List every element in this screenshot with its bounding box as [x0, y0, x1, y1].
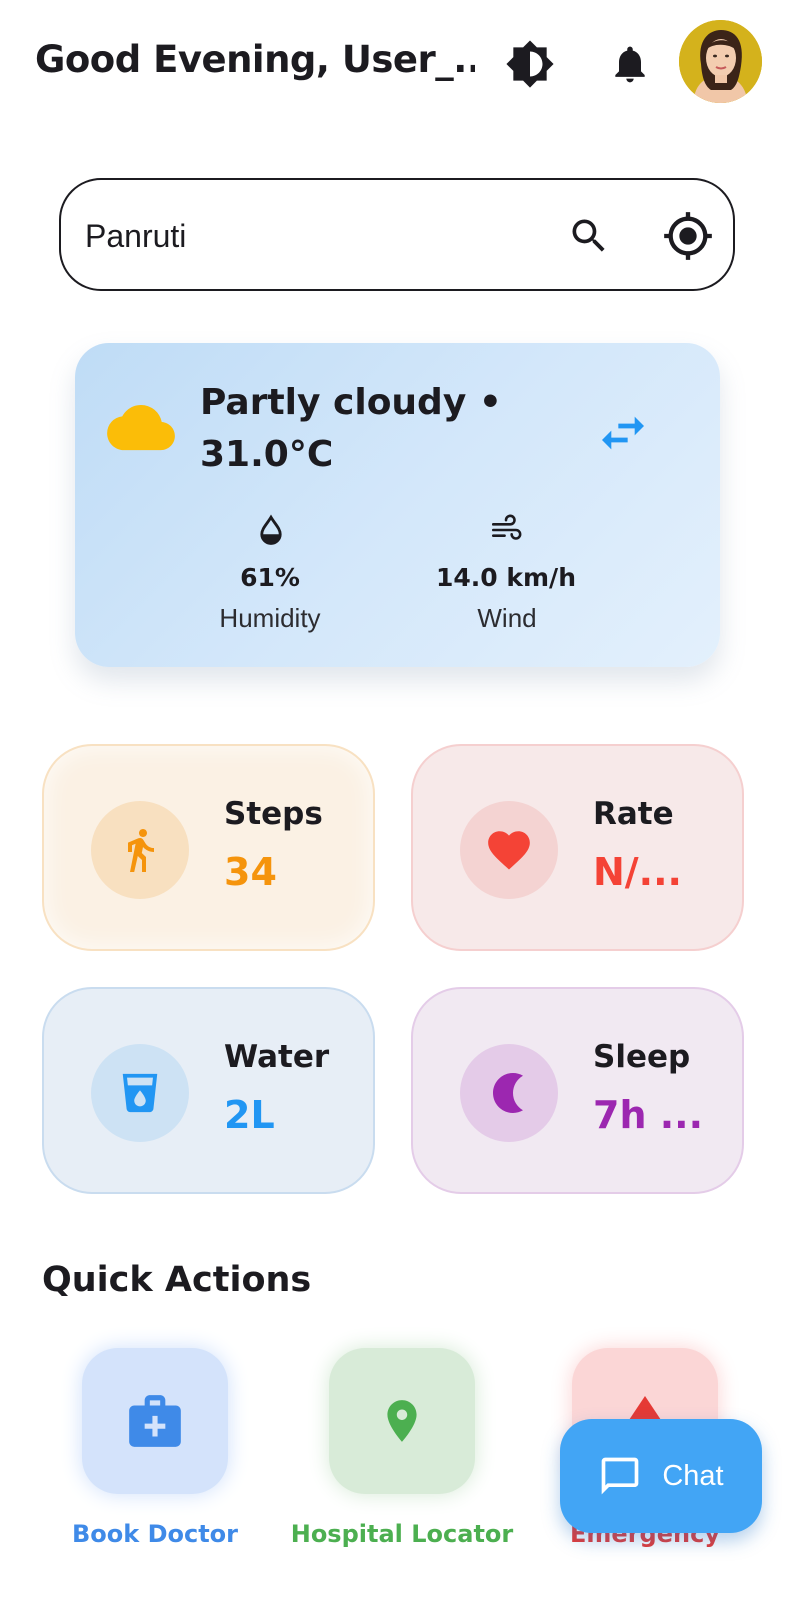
profile-avatar[interactable] [679, 20, 762, 103]
my-location-icon [664, 212, 712, 260]
rate-value: N/... [593, 850, 682, 894]
book-doctor-button[interactable] [82, 1348, 228, 1494]
water-title: Water [224, 1039, 330, 1075]
current-location-button[interactable] [659, 207, 717, 265]
steps-value: 34 [224, 850, 277, 894]
wind-icon [491, 514, 522, 540]
water-drop-icon [260, 514, 282, 545]
cloud-icon [107, 405, 175, 451]
weather-summary: Partly cloudy • 31.0°C [200, 377, 530, 481]
theme-toggle-button[interactable] [500, 34, 560, 94]
weather-card: Partly cloudy • 31.0°C 61% Humidity 14.0… [75, 343, 720, 667]
swap-horiz-icon [602, 416, 644, 450]
water-value: 2L [224, 1093, 275, 1137]
book-doctor-label: Book Doctor [71, 1520, 239, 1548]
rate-title: Rate [593, 796, 674, 832]
brightness-icon [506, 40, 554, 88]
weather-condition: Partly cloudy • [200, 382, 502, 423]
search-button[interactable] [561, 208, 617, 264]
search-icon [572, 219, 605, 252]
location-search-bar [59, 178, 735, 291]
location-search-input[interactable] [83, 210, 527, 262]
humidity-value: 61% [240, 563, 300, 592]
weather-temperature: 31.0°C [200, 434, 334, 475]
heart-icon-circle [460, 801, 558, 899]
chat-bubble-icon [602, 1457, 639, 1495]
swap-units-button[interactable] [591, 401, 655, 465]
heart-icon [488, 831, 530, 870]
quick-actions-title: Quick Actions [42, 1260, 312, 1300]
user-avatar [679, 20, 762, 103]
hospital-locator-button[interactable] [329, 1348, 475, 1494]
sleep-title: Sleep [593, 1039, 691, 1075]
notifications-button[interactable] [600, 34, 660, 94]
bell-icon [615, 46, 645, 83]
steps-card[interactable]: Steps 34 [42, 744, 375, 951]
moon-icon [493, 1073, 523, 1113]
water-card[interactable]: Water 2L [42, 987, 375, 1194]
water-icon-circle [91, 1044, 189, 1142]
humidity-label: Humidity [219, 603, 321, 633]
sleep-card[interactable]: Sleep 7h ... [411, 987, 744, 1194]
wind-value: 14.0 km/h [436, 563, 576, 592]
steps-icon-circle [91, 801, 189, 899]
steps-title: Steps [224, 796, 323, 832]
chat-button[interactable]: Chat [560, 1419, 762, 1533]
chat-label: Chat [662, 1459, 724, 1492]
medical-bag-icon [129, 1395, 181, 1447]
sleep-value: 7h ... [593, 1093, 704, 1137]
wind-label: Wind [477, 603, 537, 633]
water-glass-icon [122, 1073, 158, 1113]
greeting-title: Good Evening, User_... [35, 38, 475, 81]
hospital-locator-label: Hospital Locator [290, 1520, 514, 1548]
sleep-icon-circle [460, 1044, 558, 1142]
location-pin-icon [387, 1400, 417, 1442]
walk-icon [128, 829, 154, 872]
heart-rate-card[interactable]: Rate N/... [411, 744, 744, 951]
